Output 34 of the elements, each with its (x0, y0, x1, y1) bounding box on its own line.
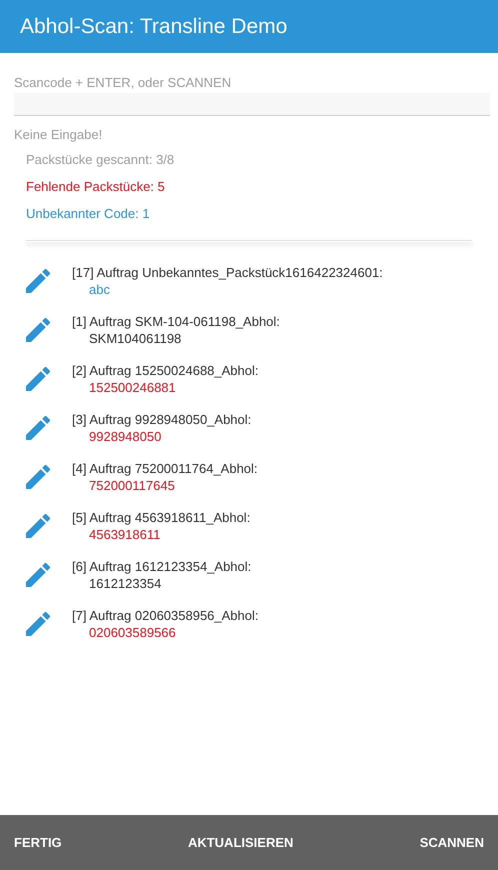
toolbar-button[interactable]: AKTUALISIEREN (188, 824, 294, 860)
order-title: [2] Auftrag 15250024688_Abhol: (72, 362, 258, 378)
order-title: [17] Auftrag Unbekanntes_Packstück1616422324601: (72, 264, 383, 280)
validation-message: Keine Eingabe! (14, 126, 104, 144)
order-title: [1] Auftrag SKM-104-061198_Abhol: (72, 312, 280, 330)
package-code: 4563918611 (89, 526, 160, 542)
order-title: [7] Auftrag 02060358956_Abhol: (72, 606, 258, 624)
order-title: [4] Auftrag 75200011764_Abhol: (72, 460, 258, 476)
scan-input-field[interactable] (14, 93, 490, 116)
edit-icon[interactable] (26, 318, 50, 342)
package-code: 1612123354 (89, 574, 162, 592)
stat-text: Unbekannter Code: 1 (26, 204, 151, 222)
edit-icon[interactable] (26, 612, 50, 636)
edit-icon[interactable] (26, 366, 50, 390)
edit-icon[interactable] (26, 268, 50, 292)
package-code: 020603589566 (89, 624, 176, 640)
edit-icon[interactable] (26, 416, 50, 440)
stat-text: Packstücke gescannt: 3/8 (26, 150, 176, 168)
order-title: [3] Auftrag 9928948050_Abhol: (72, 410, 252, 428)
package-code: 152500246881 (89, 378, 176, 396)
package-code: SKM104061198 (89, 330, 182, 346)
edit-icon[interactable] (26, 562, 50, 586)
order-title: [5] Auftrag 4563918611_Abhol: (72, 508, 250, 526)
field-label: Scancode + ENTER, oder SCANNEN (14, 75, 232, 91)
package-code: 752000117645 (89, 476, 175, 494)
toolbar-button[interactable]: SCANNEN (420, 824, 484, 860)
package-code: 9928948050 (89, 428, 162, 444)
stat-text: Fehlende Packstücke: 5 (26, 178, 166, 194)
order-title: [6] Auftrag 1612123354_Abhol: (72, 558, 252, 574)
toolbar-button[interactable]: FERTIG (14, 824, 62, 860)
app-title: Abhol-Scan: Transline Demo (20, 14, 288, 40)
package-code: abc (89, 280, 110, 298)
edit-icon[interactable] (26, 514, 50, 538)
edit-icon[interactable] (26, 464, 50, 488)
